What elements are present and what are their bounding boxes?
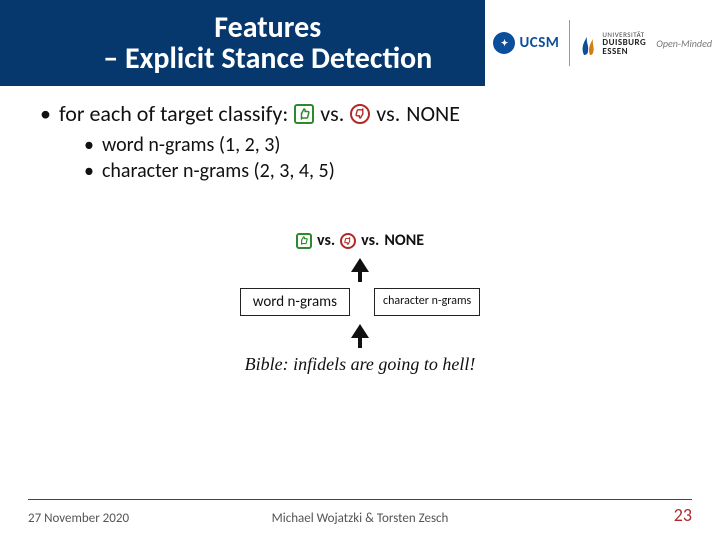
slide-title: Features – Explicit Stance Detection [0,12,485,75]
bullet-dot-icon: • [40,103,51,125]
diagram-classify-line: vs. vs. NONE [40,231,680,250]
ucsm-text: UCSM [519,34,559,52]
vs-label-2: vs. [376,100,400,127]
none-label-2: NONE [384,231,424,250]
sub-bullet-2: •character n-grams (2, 3, 4, 5) [84,159,680,183]
thumbs-up-icon [296,233,312,249]
logo-area: ✦ UCSM UNIVERSITÄT DUISBURG ESSEN Open-M… [485,0,720,86]
flame-icon [580,29,596,57]
university-logo: UNIVERSITÄT DUISBURG ESSEN [580,29,646,57]
main-bullet-text: for each of target classify: [59,100,288,127]
slide-footer: 27 November 2020 Michael Wojatzki & Tors… [0,504,720,526]
sub-bullet-1: •word n-grams (1, 2, 3) [84,133,680,157]
none-label: NONE [406,100,460,127]
vs-label-3: vs. [317,231,335,250]
vs-label-1: vs. [320,100,344,127]
arrow-up-icon [40,324,680,348]
feature-box-word-ngrams: word n-grams [240,288,350,316]
diagram: vs. vs. NONE word n-grams character n-gr… [40,231,680,375]
thumbs-up-icon [294,104,314,124]
ucsm-badge-icon: ✦ [493,32,515,54]
title-line-1: Features [60,12,475,44]
slide-body: • for each of target classify: vs. vs. N… [0,86,720,375]
bullet-dot-icon: • [84,159,94,183]
footer-divider [28,499,692,500]
feature-boxes: word n-grams character n-grams [40,288,680,316]
arrow-up-icon [40,258,680,282]
sub-bullet-list: •word n-grams (1, 2, 3) •character n-gra… [40,133,680,183]
feature-box-char-ngrams: character n-grams [374,288,480,316]
example-sentence: Bible: infidels are going to hell! [40,354,680,375]
uni-label-2: ESSEN [602,47,646,56]
footer-date: 27 November 2020 [28,511,129,526]
vs-label-4: vs. [361,231,379,250]
uni-motto: Open-Minded [656,37,712,50]
thumbs-down-icon [350,104,370,124]
slide-header: Features – Explicit Stance Detection ✦ U… [0,0,720,86]
title-line-2: – Explicit Stance Detection [60,43,475,75]
thumbs-down-icon [340,233,356,249]
bullet-dot-icon: • [84,133,94,157]
footer-authors: Michael Wojatzki & Torsten Zesch [272,511,449,526]
main-bullet: • for each of target classify: vs. vs. N… [40,100,680,127]
logo-divider [569,20,570,66]
footer-page-number: 23 [674,504,692,526]
